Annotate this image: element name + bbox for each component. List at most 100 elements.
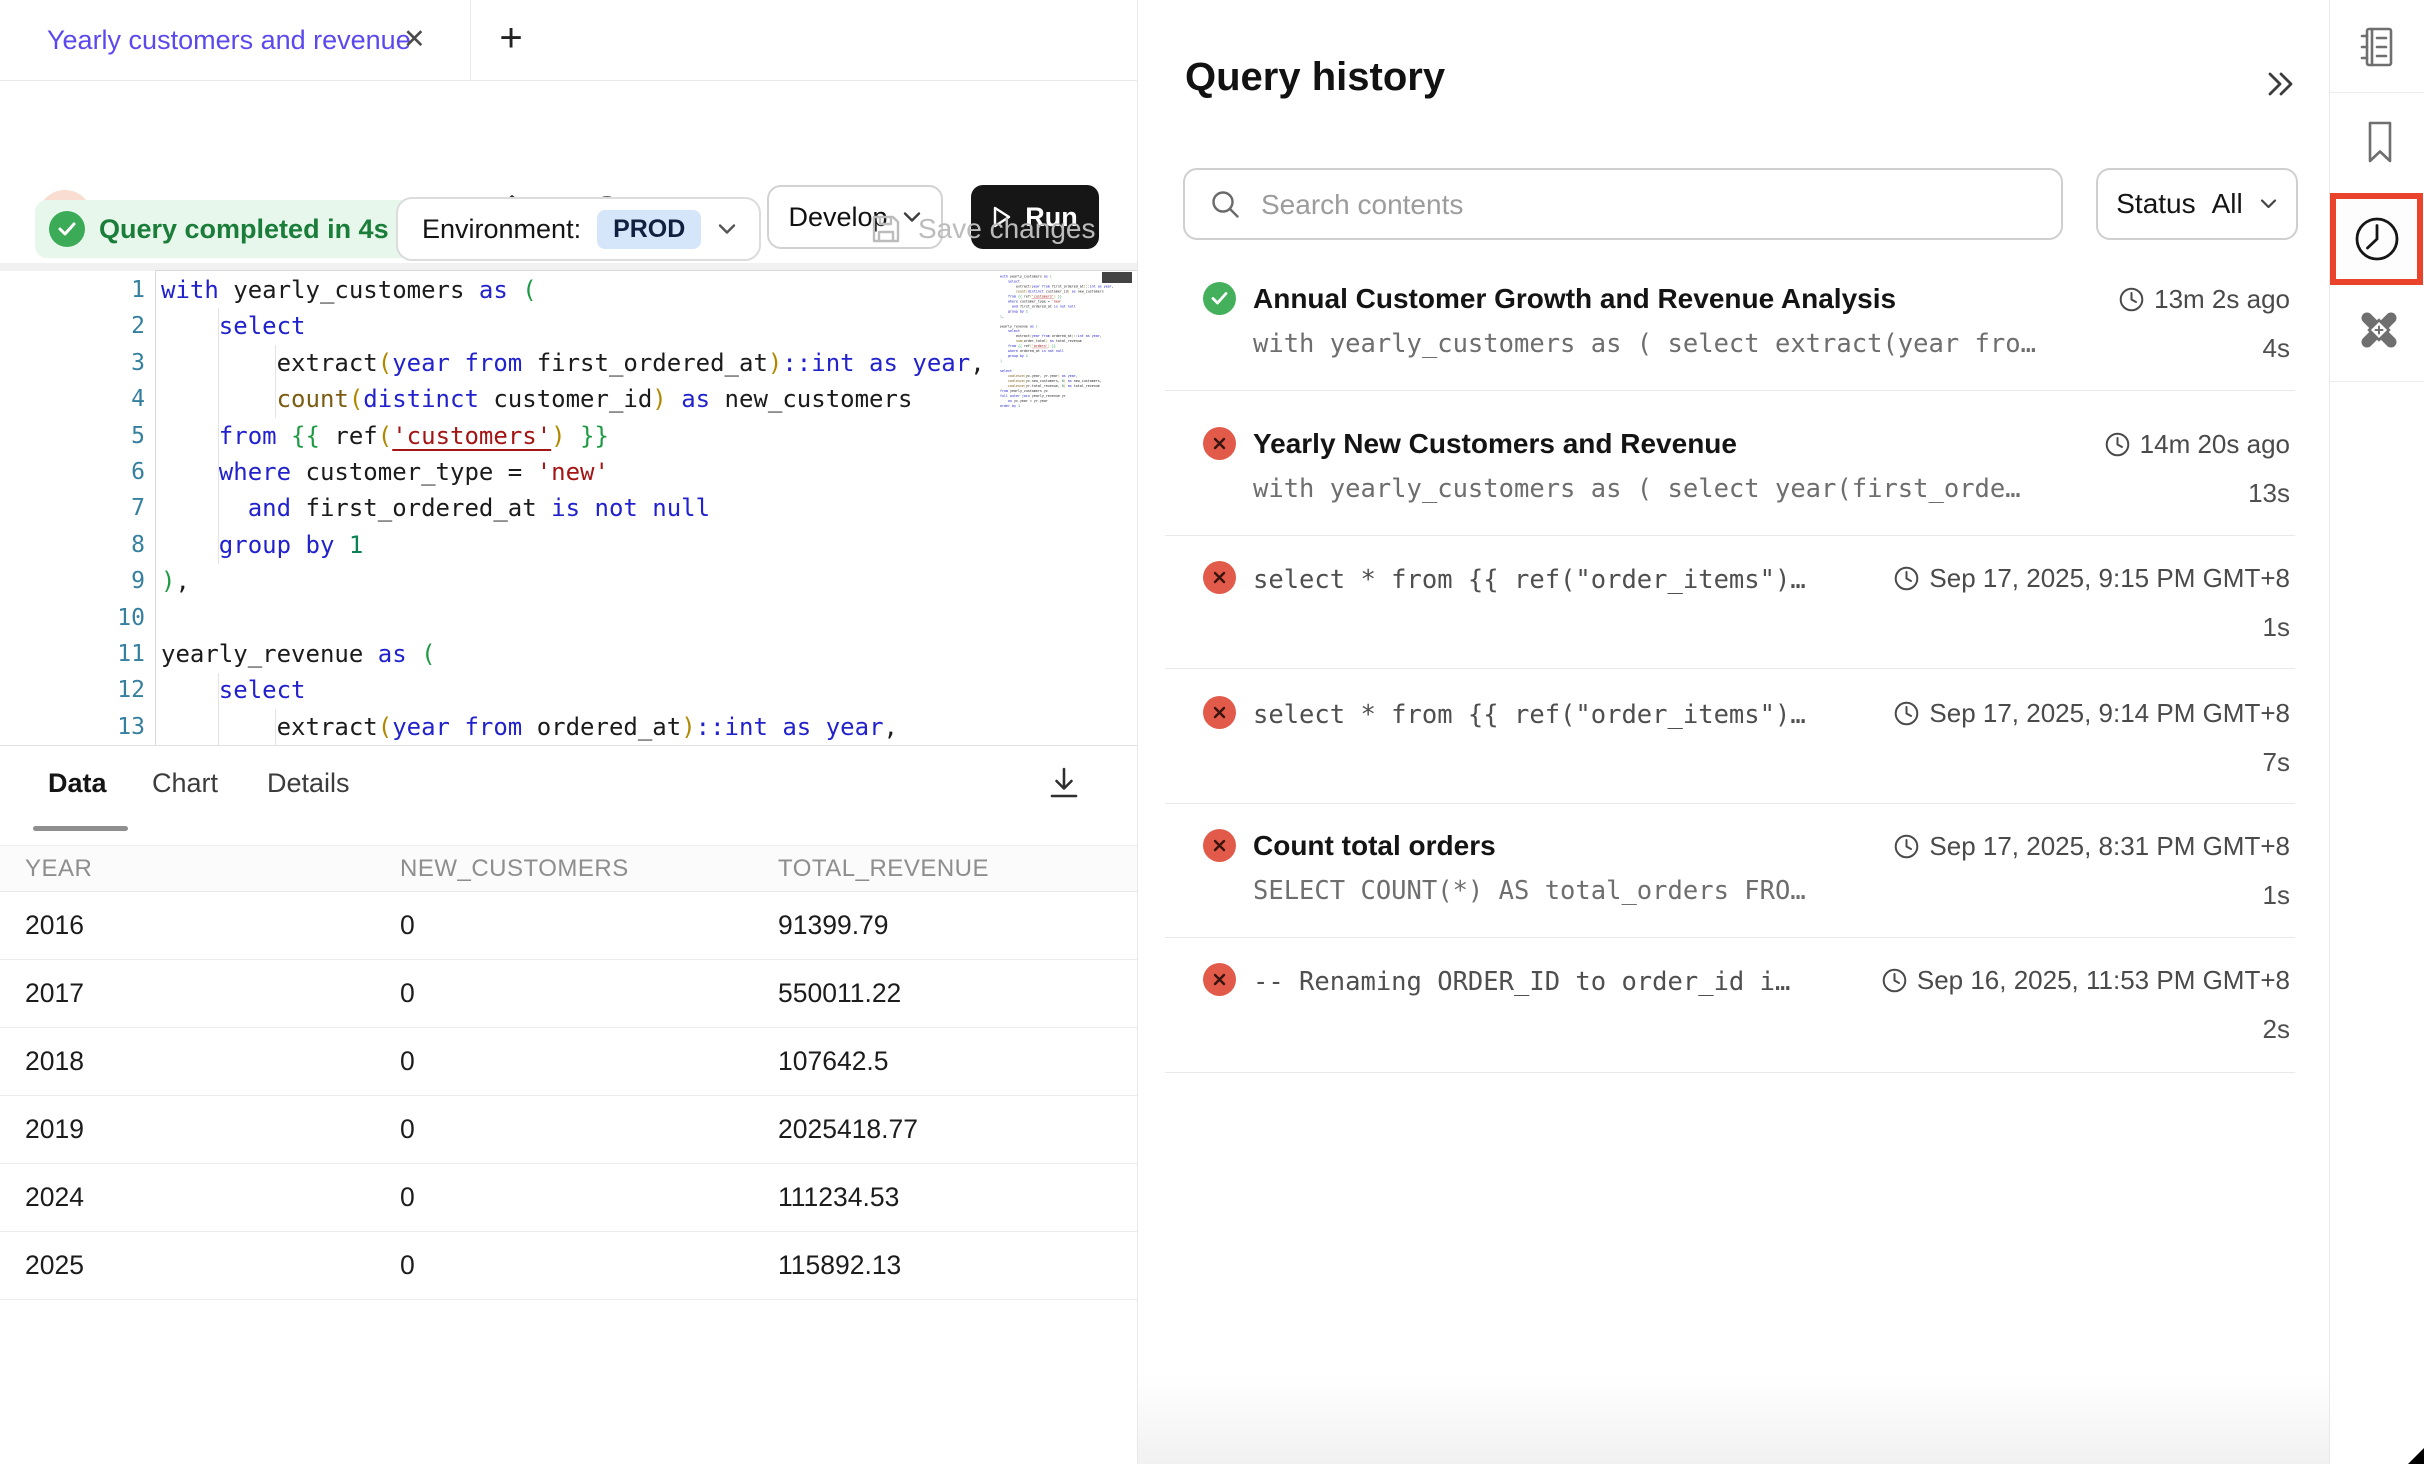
history-item-sql-snippet: with yearly_customers as ( select extrac… <box>1253 329 2036 359</box>
table-cell: 2025418.77 <box>778 1096 918 1163</box>
table-row: 2016 0 91399.79 <box>0 892 1137 960</box>
sidebar-item-lineage[interactable] <box>2354 305 2404 355</box>
notebook-icon <box>2353 22 2403 72</box>
query-history-title: Query history <box>1185 55 1445 100</box>
table-cell: 0 <box>400 1164 415 1231</box>
history-item-duration: 13s <box>2248 478 2290 509</box>
list-divider <box>1165 803 2295 804</box>
table-cell: 2025 <box>25 1232 84 1299</box>
table-cell: 0 <box>400 892 415 959</box>
history-item-duration: 1s <box>2263 880 2290 911</box>
bookmark-icon <box>2355 117 2405 167</box>
list-divider <box>1165 390 2295 391</box>
editor-border-left <box>155 270 156 745</box>
error-status-icon <box>1203 427 1236 460</box>
clock-icon <box>1893 565 1920 592</box>
editor-panel: Yearly customers and revenue ✕ + BL Your… <box>0 0 1137 1464</box>
tab-yearly-customers-and-revenue[interactable]: Yearly customers and revenue ✕ <box>0 0 471 80</box>
list-divider <box>1165 1072 2295 1073</box>
tab-data[interactable]: Data <box>48 763 107 803</box>
error-status-icon <box>1203 561 1236 594</box>
history-item-sql-snippet: with yearly_customers as ( select year(f… <box>1253 474 2021 504</box>
environment-value-badge: PROD <box>597 210 701 249</box>
column-header-new_customers[interactable]: NEW_CUSTOMERS <box>400 846 629 891</box>
history-search <box>1183 168 2063 240</box>
table-cell: 2018 <box>25 1028 84 1095</box>
collapse-panel-button[interactable] <box>2258 62 2302 106</box>
tab-chart[interactable]: Chart <box>152 763 218 803</box>
table-cell: 107642.5 <box>778 1028 889 1095</box>
environment-dropdown[interactable]: Environment: PROD <box>396 197 761 261</box>
lineage-icon <box>2354 305 2404 355</box>
error-status-icon <box>1203 963 1236 996</box>
new-tab-button[interactable]: + <box>487 16 535 64</box>
environment-label: Environment: <box>422 214 581 245</box>
list-divider <box>1165 668 2295 669</box>
app-window: Yearly customers and revenue ✕ + BL Your… <box>0 0 2424 1464</box>
indent-guide <box>275 345 276 418</box>
query-status-badge: Query completed in 4s <box>35 200 415 258</box>
search-input[interactable] <box>1259 172 2043 238</box>
tab-bar: Yearly customers and revenue ✕ + <box>0 0 1137 81</box>
table-cell: 0 <box>400 960 415 1027</box>
sidebar-item-notebook[interactable] <box>2353 22 2403 72</box>
rail-divider <box>2330 381 2424 382</box>
save-changes-label: Save changes <box>918 213 1095 245</box>
history-item-timestamp: Sep 17, 2025, 9:14 PM GMT+8 <box>1893 698 2290 729</box>
indent-guide <box>275 709 276 745</box>
column-header-year[interactable]: YEAR <box>25 846 92 891</box>
results-table-header: YEAR NEW_CUSTOMERS TOTAL_REVENUE <box>0 845 1137 892</box>
indent-guide <box>218 308 219 564</box>
editor-scrollbar[interactable] <box>1102 272 1132 283</box>
history-item-title: Count total orders <box>1253 830 1496 862</box>
active-tab-indicator <box>33 826 128 831</box>
table-cell: 2016 <box>25 892 84 959</box>
indent-guide <box>218 673 219 745</box>
history-item-timestamp: Sep 16, 2025, 11:53 PM GMT+8 <box>1881 965 2290 996</box>
table-cell: 91399.79 <box>778 892 889 959</box>
column-header-total_revenue[interactable]: TOTAL_REVENUE <box>778 846 989 891</box>
history-item-title: select * from {{ ref("order_items")… <box>1253 565 1806 595</box>
clock-icon <box>1881 967 1908 994</box>
history-item-duration: 1s <box>2263 612 2290 643</box>
clock-icon <box>1893 833 1920 860</box>
status-filter-value: All <box>2212 188 2243 220</box>
history-item-duration: 7s <box>2263 747 2290 778</box>
history-item-sql-snippet: SELECT COUNT(*) AS total_orders FRO… <box>1253 876 1806 906</box>
search-icon <box>1209 188 1243 222</box>
success-check-icon <box>49 211 85 247</box>
list-divider <box>1165 535 2295 536</box>
history-item-title: select * from {{ ref("order_items")… <box>1253 700 1806 730</box>
sidebar-item-bookmarks[interactable] <box>2355 117 2405 167</box>
table-cell: 111234.53 <box>778 1164 899 1231</box>
insight-header: BL Your saved insight <box>0 80 1137 183</box>
table-cell: 0 <box>400 1232 415 1299</box>
table-cell: 2017 <box>25 960 84 1027</box>
sql-editor[interactable]: with yearly_customers as ( select extrac… <box>161 272 997 745</box>
status-filter-dropdown[interactable]: Status All <box>2096 168 2298 240</box>
download-results-button[interactable] <box>1042 762 1086 806</box>
resize-corner[interactable] <box>2408 1448 2424 1464</box>
tab-close-icon[interactable]: ✕ <box>403 0 426 80</box>
double-chevron-right-icon <box>2258 62 2302 106</box>
clock-icon <box>2351 213 2403 265</box>
table-row: 2017 0 550011.22 <box>0 960 1137 1028</box>
table-cell: 2019 <box>25 1096 84 1163</box>
table-cell: 0 <box>400 1096 415 1163</box>
tab-title: Yearly customers and revenue <box>47 0 411 80</box>
history-item-duration: 4s <box>2263 333 2290 364</box>
history-item-timestamp: Sep 17, 2025, 8:31 PM GMT+8 <box>1893 831 2290 862</box>
chevron-down-icon <box>2259 197 2278 211</box>
editor-minimap[interactable]: with yearly_customers as ( select extrac… <box>1000 274 1118 574</box>
history-item-title: Yearly New Customers and Revenue <box>1253 428 1737 460</box>
history-item-title: Annual Customer Growth and Revenue Analy… <box>1253 283 1896 315</box>
error-status-icon <box>1203 829 1236 862</box>
history-item-timestamp: Sep 17, 2025, 9:15 PM GMT+8 <box>1893 563 2290 594</box>
table-cell: 550011.22 <box>778 960 901 1027</box>
history-item-title: -- Renaming ORDER_ID to order_id i… <box>1253 967 1790 997</box>
save-changes-button[interactable]: Save changes <box>868 197 1095 261</box>
list-divider <box>1165 937 2295 938</box>
tab-details[interactable]: Details <box>267 763 350 803</box>
history-item-timestamp: 13m 2s ago <box>2118 284 2290 315</box>
sidebar-item-query-history[interactable] <box>2330 193 2423 285</box>
